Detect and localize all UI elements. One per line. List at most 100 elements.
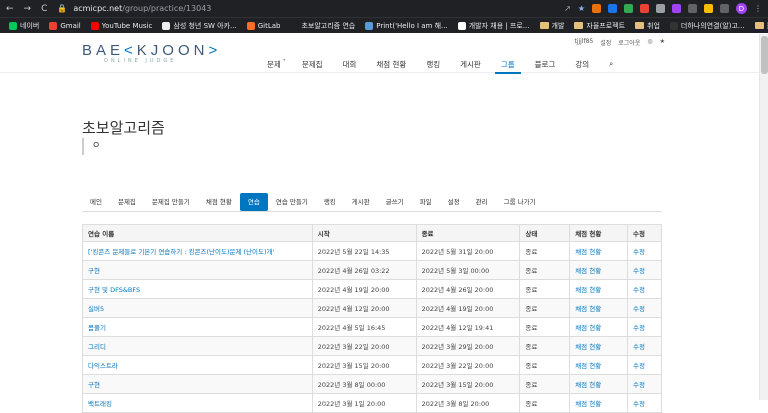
edit-link[interactable]: 수정 [633, 343, 645, 351]
menu-icon[interactable]: ⋮ [754, 4, 762, 13]
browser-toolbar: ← → C 🔒 acmicpc.net/group/practice/13043… [0, 0, 768, 17]
practice-name-cell: 그리디 [82, 336, 313, 356]
reload-icon[interactable]: C [41, 4, 47, 14]
util-link[interactable]: tjjjlf85 [574, 38, 593, 47]
nav-item[interactable]: 채점 현황 [366, 59, 416, 73]
bookmark-item[interactable]: 초보알고리즘 연습 [285, 21, 360, 31]
edit-link[interactable]: 수정 [633, 267, 645, 275]
grading-cell: 채점 현황 [569, 241, 629, 261]
search-icon[interactable]: ⌕ [599, 59, 623, 73]
tab-item[interactable]: 글쓰기 [378, 193, 412, 211]
edit-cell: 수정 [627, 393, 662, 413]
grading-link[interactable]: 채점 현황 [575, 400, 601, 408]
grading-link[interactable]: 채점 현황 [575, 305, 601, 313]
extension-icon[interactable] [624, 4, 633, 13]
edit-link[interactable]: 수정 [633, 324, 645, 332]
bookmark-item[interactable]: GitLab [242, 21, 286, 30]
practice-name-link[interactable]: ['킹콘즈 문제들로 기본기 연습하기 : 킹콘즈(난이도)문제 (난이도)개' [88, 248, 274, 256]
nav-item[interactable]: 그룹 [491, 59, 525, 74]
edit-link[interactable]: 수정 [633, 381, 645, 389]
nav-item[interactable]: 대회 [333, 59, 367, 73]
tab-item[interactable]: 설정 [440, 193, 468, 211]
practice-name-link[interactable]: 몸풀기 [88, 324, 106, 332]
extension-icon[interactable] [672, 4, 681, 13]
forward-icon[interactable]: → [24, 4, 32, 14]
folder-icon [539, 22, 549, 29]
practice-name-cell: ['킹콘즈 문제들로 기본기 연습하기 : 킹콘즈(난이도)문제 (난이도)개' [82, 241, 313, 261]
nav-item[interactable]: 블로그 [525, 59, 566, 73]
tab-item[interactable]: 랭킹 [316, 193, 344, 211]
practice-name-link[interactable]: 구현 [88, 381, 100, 389]
bookmark-item[interactable]: Print('Hello I am 해... [360, 21, 452, 31]
extension-icon[interactable] [592, 4, 601, 13]
tab-item[interactable]: 게시판 [344, 193, 378, 211]
extension-icon[interactable] [688, 4, 697, 13]
practice-name-link[interactable]: 그리디 [88, 343, 106, 351]
edit-link[interactable]: 수정 [633, 305, 645, 313]
extension-icon[interactable] [656, 4, 665, 13]
grading-link[interactable]: 채점 현황 [575, 362, 601, 370]
star-icon[interactable]: ★ [660, 38, 665, 47]
grading-link[interactable]: 채점 현황 [575, 324, 601, 332]
extension-icon[interactable] [608, 4, 617, 13]
edit-link[interactable]: 수정 [633, 248, 645, 256]
tab-item[interactable]: 채점 현황 [198, 193, 240, 211]
tab-item[interactable]: 메인 [82, 193, 110, 211]
bookmark-item[interactable]: 개발 [535, 21, 570, 31]
bookmark-item[interactable]: 삼성 청년 SW 아카... [157, 21, 241, 31]
start-cell: 2022년 3월 15일 20:00 [311, 355, 417, 375]
grading-link[interactable]: 채점 현황 [575, 248, 601, 256]
bookmark-item[interactable]: 개발자 채용 | 프로... [453, 21, 535, 31]
tab-item[interactable]: 연습 [239, 193, 268, 211]
share-icon[interactable]: ↗ [564, 4, 571, 13]
tab-item[interactable]: 그룹 나가기 [496, 193, 544, 211]
tab-item[interactable]: 연습 만들기 [268, 193, 316, 211]
edit-link[interactable]: 수정 [633, 400, 645, 408]
status-cell: 종료 [519, 393, 571, 413]
util-link[interactable]: 설정 [600, 38, 611, 47]
bookmark-item[interactable]: 블록체인 [750, 21, 768, 31]
puzzle-icon[interactable] [720, 4, 729, 13]
star-icon[interactable]: ★ [578, 4, 585, 13]
bookmark-item[interactable]: Gmail [44, 21, 85, 30]
util-link[interactable]: 로그아웃 [618, 38, 640, 47]
nav-item[interactable]: 게시판 [450, 59, 491, 73]
grading-link[interactable]: 채점 현황 [575, 286, 601, 294]
practice-name-link[interactable]: 실버5 [88, 305, 104, 313]
logo-text-b: KJOON [136, 42, 209, 59]
profile-avatar[interactable]: D [736, 3, 747, 14]
practice-name-link[interactable]: 구현 [88, 267, 100, 275]
tab-item[interactable]: 문제집 [110, 193, 144, 211]
grading-link[interactable]: 채점 현황 [575, 267, 601, 275]
tab-item[interactable]: 문제집 만들기 [144, 193, 198, 211]
bookmark-item[interactable]: 자율프로젝트 [569, 21, 630, 31]
edit-link[interactable]: 수정 [633, 286, 645, 294]
edit-link[interactable]: 수정 [633, 362, 645, 370]
nav-item[interactable]: 강의 [565, 59, 599, 73]
status-cell: 종료 [519, 317, 571, 337]
page-scrollbar[interactable] [759, 34, 768, 400]
extension-icon[interactable] [640, 4, 649, 13]
practice-name-link[interactable]: 백트래킹 [88, 400, 112, 408]
back-icon[interactable]: ← [6, 4, 14, 14]
tab-item[interactable]: 파일 [412, 193, 440, 211]
bookmark-item[interactable]: 네이버 [4, 21, 44, 31]
globe-icon[interactable]: ◎ [647, 38, 652, 47]
scrollbar-thumb[interactable] [761, 36, 768, 74]
tab-item[interactable]: 관리 [468, 193, 496, 211]
nav-item[interactable]: 문제 [257, 59, 291, 73]
practice-name-link[interactable]: 다익스트라 [88, 362, 118, 370]
baekjoon-logo[interactable]: BAE<KJOON> ONLINE JUDGE [82, 42, 221, 64]
extension-icon[interactable] [704, 4, 713, 13]
nav-item[interactable]: 문제집 [292, 59, 333, 73]
grading-link[interactable]: 채점 현황 [575, 343, 601, 351]
nav-item[interactable]: 랭킹 [416, 59, 450, 73]
practice-name-link[interactable]: 구현 및 DFS&BFS [88, 286, 140, 294]
bookmark-icon [365, 21, 374, 30]
grading-link[interactable]: 채점 현황 [575, 381, 601, 389]
address-bar[interactable]: 🔒 acmicpc.net/group/practice/13043 [57, 4, 554, 13]
bookmark-item[interactable]: YouTube Music [86, 21, 158, 30]
page-title: 초보알고리즘 [82, 119, 165, 137]
bookmark-item[interactable]: 더하나의연결(알)고... [665, 21, 750, 31]
bookmark-item[interactable]: 취업 [630, 21, 665, 31]
